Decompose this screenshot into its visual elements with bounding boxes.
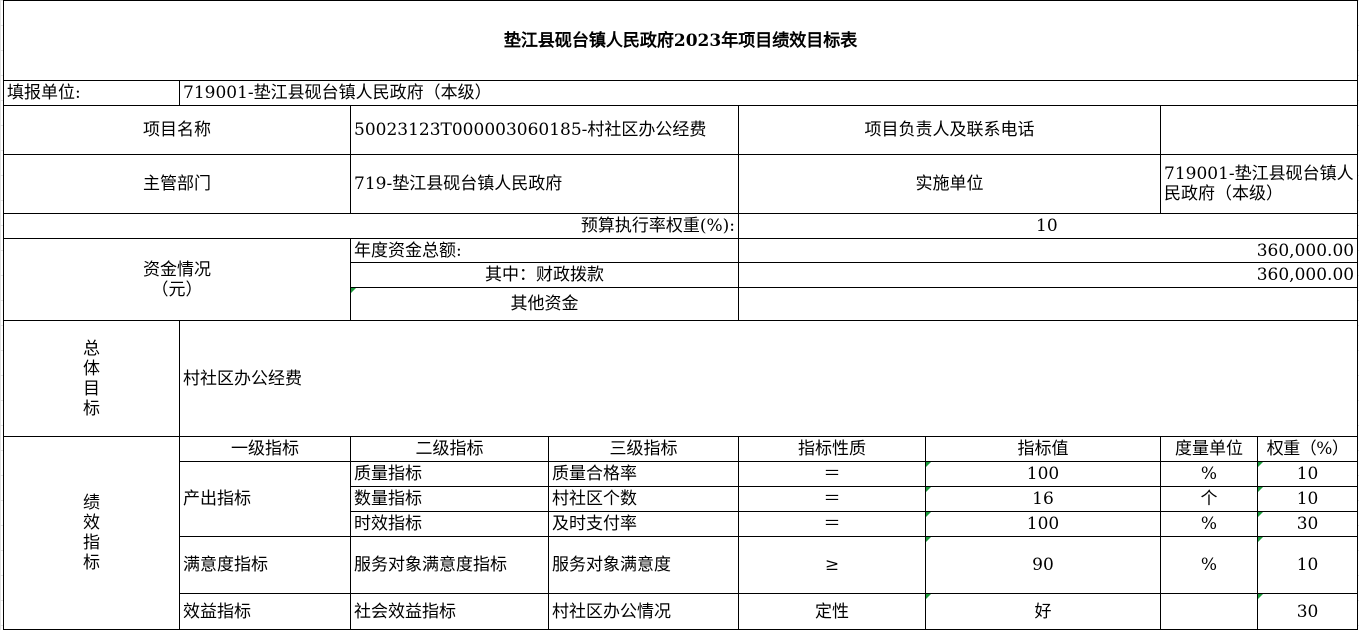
row-unit[interactable] (1160, 593, 1258, 630)
fiscal-label[interactable]: 其中：财政拨款 (350, 262, 739, 288)
annual-total-label[interactable]: 年度资金总额: (350, 238, 739, 263)
perf-indicator-label[interactable]: 绩 效 指 标 (3, 436, 180, 630)
header-level3[interactable]: 三级指标 (548, 436, 739, 462)
row-value[interactable]: 100 (925, 461, 1161, 487)
header-level2[interactable]: 二级指标 (350, 436, 549, 462)
project-name-value[interactable]: 50023123T000003060185-村社区办公经费 (350, 105, 739, 155)
row-value[interactable]: 90 (925, 536, 1161, 594)
row-level3[interactable]: 质量合格率 (548, 461, 739, 487)
table-row: 效益指标 社会效益指标 村社区办公情况 定性 好 30 (4, 593, 1359, 630)
budget-rate-label[interactable]: 预算执行率权重(%): (3, 213, 739, 239)
row-unit[interactable]: % (1160, 511, 1258, 537)
row-unit[interactable]: % (1160, 536, 1258, 594)
project-name-label[interactable]: 项目名称 (3, 105, 351, 155)
row-value[interactable]: 16 (925, 486, 1161, 512)
funds-label-line2: （元） (151, 279, 203, 300)
dept-value[interactable]: 719-垫江县砚台镇人民政府 (350, 154, 739, 214)
row-level3[interactable]: 村社区办公情况 (548, 593, 739, 630)
header-level1[interactable]: 一级指标 (179, 436, 351, 462)
row-weight[interactable]: 30 (1256, 511, 1359, 537)
row-level2[interactable]: 社会效益指标 (350, 593, 549, 630)
page-title[interactable]: 垫江县砚台镇人民政府2023年项目绩效目标表 (2, 0, 1359, 81)
header-nature[interactable]: 指标性质 (738, 436, 926, 462)
table-row: 满意度指标 服务对象满意度指标 服务对象满意度 ≥ 90 % 10 (4, 536, 1359, 594)
spreadsheet-sheet: 垫江县砚台镇人民政府2023年项目绩效目标表 填报单位: 719001-垫江县砚… (0, 0, 1359, 630)
row-level2[interactable]: 数量指标 (350, 486, 549, 512)
funds-label[interactable]: 资金情况 （元） (3, 238, 351, 321)
dept-label[interactable]: 主管部门 (3, 154, 351, 214)
row-weight[interactable]: 30 (1256, 593, 1359, 630)
annual-total-value[interactable]: 360,000.00 (737, 238, 1359, 263)
funds-label-line1: 资金情况 (143, 259, 211, 280)
impl-value[interactable]: 719001-垫江县砚台镇人民政府（本级） (1159, 154, 1359, 214)
level1-output[interactable]: 产出指标 (179, 461, 351, 537)
row-nature[interactable]: ＝ (738, 511, 926, 537)
performance-target-table: 垫江县砚台镇人民政府2023年项目绩效目标表 填报单位: 719001-垫江县砚… (2, 0, 1359, 630)
row-level3[interactable]: 村社区个数 (548, 486, 739, 512)
row-weight[interactable]: 10 (1256, 461, 1359, 487)
header-weight[interactable]: 权重（%） (1256, 436, 1359, 462)
table-row: 产出指标 质量指标 质量合格率 ＝ 100 % 10 (4, 461, 1359, 537)
row-unit[interactable]: % (1160, 461, 1258, 487)
row-nature[interactable]: ＝ (738, 461, 926, 487)
row-level3[interactable]: 及时支付率 (548, 511, 739, 537)
row-weight[interactable]: 10 (1256, 486, 1359, 512)
impl-label[interactable]: 实施单位 (738, 154, 1161, 214)
budget-rate-value[interactable]: 10 (737, 213, 1359, 239)
overall-goal-value[interactable]: 村社区办公经费 (178, 320, 1359, 437)
fill-unit-value[interactable]: 719001-垫江县砚台镇人民政府（本级） (178, 80, 1359, 106)
row-value[interactable]: 好 (925, 593, 1161, 630)
manager-label[interactable]: 项目负责人及联系电话 (738, 105, 1161, 155)
manager-value[interactable] (1159, 105, 1359, 155)
other-funds-label[interactable]: 其他资金 (350, 287, 739, 321)
other-funds-value[interactable] (737, 287, 1359, 321)
row-nature[interactable]: 定性 (738, 593, 926, 630)
header-unit[interactable]: 度量单位 (1160, 436, 1258, 462)
row-weight[interactable]: 10 (1256, 536, 1359, 594)
row-nature[interactable]: ＝ (738, 486, 926, 512)
overall-goal-label[interactable]: 总 体 目 标 (3, 320, 180, 437)
level1-benefit[interactable]: 效益指标 (179, 593, 351, 630)
row-nature[interactable]: ≥ (738, 536, 926, 594)
fill-unit-label[interactable]: 填报单位: (3, 80, 180, 106)
row-level3[interactable]: 服务对象满意度 (548, 536, 739, 594)
level1-satisfaction[interactable]: 满意度指标 (179, 536, 351, 594)
row-level2[interactable]: 服务对象满意度指标 (350, 536, 549, 594)
row-level2[interactable]: 时效指标 (350, 511, 549, 537)
row-value[interactable]: 100 (925, 511, 1161, 537)
row-unit[interactable]: 个 (1160, 486, 1258, 512)
fiscal-value[interactable]: 360,000.00 (737, 262, 1359, 288)
header-value[interactable]: 指标值 (925, 436, 1161, 462)
row-level2[interactable]: 质量指标 (350, 461, 549, 487)
